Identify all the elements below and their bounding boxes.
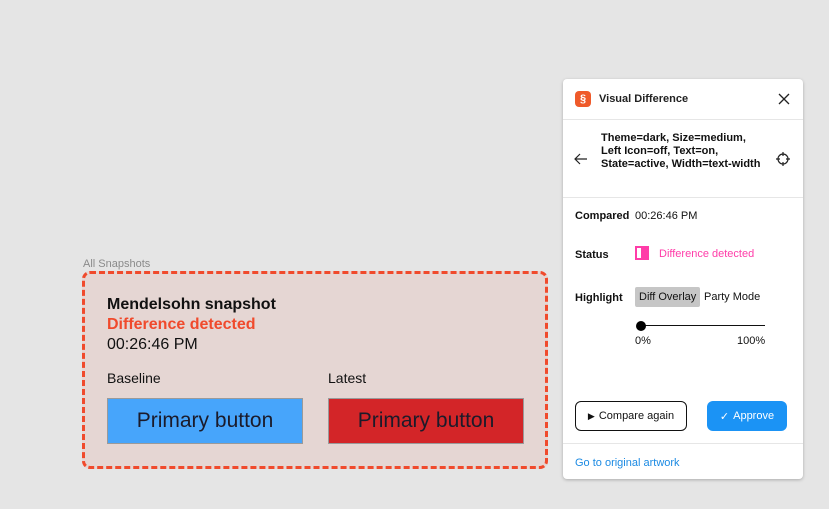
status-label: Status <box>575 249 609 261</box>
plugin-logo-icon: § <box>575 91 591 107</box>
baseline-button-text: Primary button <box>136 409 274 432</box>
variant-row: Theme=dark, Size=medium, Left Icon=off, … <box>563 120 803 198</box>
section-label: All Snapshots <box>83 258 151 270</box>
locate-button[interactable] <box>775 151 791 167</box>
crosshair-icon <box>776 152 790 166</box>
highlight-option-party-mode[interactable]: Party Mode <box>700 287 764 307</box>
variant-name: Theme=dark, Size=medium, Left Icon=off, … <box>601 132 761 170</box>
opacity-slider-thumb[interactable] <box>636 321 646 331</box>
diff-status-icon <box>635 246 649 260</box>
approve-label: Approve <box>733 410 775 422</box>
compared-label: Compared <box>575 210 630 222</box>
opacity-slider-track[interactable] <box>641 325 765 326</box>
snapshot-frame[interactable]: Mendelsohn snapshot Difference detected … <box>82 271 548 469</box>
latest-label: Latest <box>328 370 367 386</box>
slider-min-label: 0% <box>635 335 651 347</box>
back-button[interactable] <box>573 151 589 167</box>
compare-again-label: Compare again <box>598 410 675 422</box>
go-to-original-link[interactable]: Go to original artwork <box>575 457 680 469</box>
arrow-left-icon <box>574 153 587 165</box>
visual-difference-panel: § Visual Difference Theme=dark, Size=med… <box>563 79 803 479</box>
close-button[interactable] <box>775 90 793 108</box>
snapshot-title: Mendelsohn snapshot <box>107 296 276 313</box>
baseline-label: Baseline <box>107 370 161 386</box>
snapshot-status: Difference detected <box>107 316 256 333</box>
panel-header: § Visual Difference <box>563 79 803 120</box>
highlight-label: Highlight <box>575 292 623 304</box>
latest-button-text: Primary button <box>357 409 495 432</box>
slider-max-label: 100% <box>737 335 766 347</box>
highlight-option-diff-overlay[interactable]: Diff Overlay <box>635 287 701 307</box>
play-icon: ▶ <box>587 410 595 421</box>
panel-title: Visual Difference <box>599 93 689 105</box>
approve-button[interactable]: ✓ Approve <box>707 401 787 431</box>
close-icon <box>778 93 790 105</box>
baseline-primary-button: Primary button <box>107 398 303 444</box>
compared-value: 00:26:46 PM <box>635 210 698 222</box>
check-icon: ✓ <box>719 410 730 423</box>
snapshot-time: 00:26:46 PM <box>107 336 198 353</box>
panel-footer: Go to original artwork <box>563 443 803 480</box>
latest-primary-button: Primary button <box>328 398 524 444</box>
status-value: Difference detected <box>659 248 755 260</box>
compare-again-button[interactable]: ▶ Compare again <box>575 401 687 431</box>
